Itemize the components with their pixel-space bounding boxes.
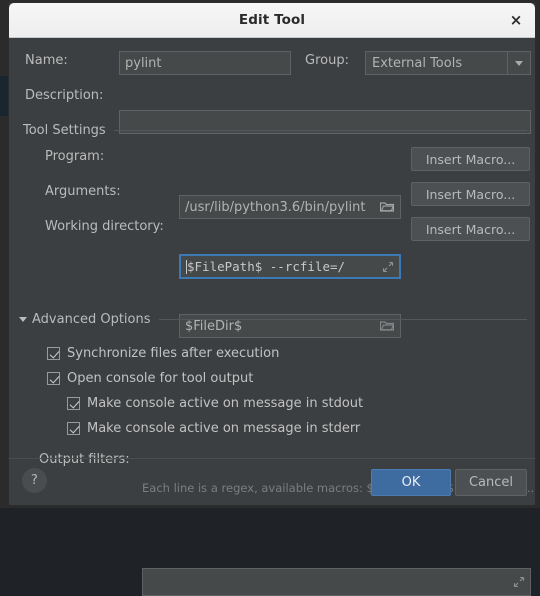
backdrop-accent-strip <box>0 76 8 116</box>
cancel-button[interactable]: Cancel <box>455 469 527 496</box>
description-row: Description: <box>25 88 103 103</box>
close-icon[interactable]: × <box>506 10 526 30</box>
group-row: Group: <box>305 53 349 68</box>
program-row: Program: <box>45 149 104 164</box>
chevron-down-icon[interactable] <box>19 317 27 322</box>
group-label: Group: <box>305 53 349 68</box>
folder-icon[interactable] <box>380 202 394 213</box>
check-icon[interactable] <box>67 422 80 435</box>
name-row: Name: <box>25 53 117 68</box>
arguments-row: Arguments: <box>45 184 121 199</box>
name-label: Name: <box>25 53 68 68</box>
checkbox-label: Open console for tool output <box>67 371 254 386</box>
check-icon[interactable] <box>67 397 80 410</box>
expand-icon[interactable] <box>382 261 394 273</box>
dialog-body: Name: pylint Group: External Tools Descr… <box>9 38 535 596</box>
edit-tool-dialog: Edit Tool × Name: pylint Group: External… <box>8 2 536 596</box>
checkbox-label: Make console active on message in stderr <box>87 421 361 436</box>
checkbox-label: Synchronize files after execution <box>67 346 280 361</box>
check-icon[interactable] <box>47 372 60 385</box>
checkbox-console-active-stdout[interactable]: Make console active on message in stdout <box>67 396 363 411</box>
group-select-value: External Tools <box>372 55 463 71</box>
tool-settings-group-header: Tool Settings <box>23 123 527 138</box>
arguments-input[interactable]: $FilePath$ --rcfile=/ <box>179 254 401 279</box>
output-filters-input[interactable] <box>142 568 531 596</box>
advanced-options-group-header[interactable]: Advanced Options <box>19 312 527 327</box>
dialog-footer: ? OK Cancel <box>9 458 535 505</box>
insert-macro-button-working-directory[interactable]: Insert Macro... <box>411 217 530 241</box>
checkbox-console-active-stderr[interactable]: Make console active on message in stderr <box>67 421 360 436</box>
name-input[interactable]: pylint <box>119 51 291 75</box>
working-directory-row: Working directory: <box>45 219 164 234</box>
dialog-titlebar: Edit Tool × <box>9 3 535 38</box>
expand-icon[interactable] <box>513 576 525 588</box>
dialog-title: Edit Tool <box>238 12 306 28</box>
advanced-options-title: Advanced Options <box>32 312 151 327</box>
program-input-value: /usr/lib/python3.6/bin/pylint <box>185 199 366 215</box>
arguments-label: Arguments: <box>45 184 121 199</box>
chevron-down-icon[interactable] <box>507 52 530 74</box>
insert-macro-button-program[interactable]: Insert Macro... <box>411 147 530 171</box>
arguments-input-value: $FilePath$ --rcfile=/ <box>187 259 346 274</box>
help-button[interactable]: ? <box>22 468 47 493</box>
tool-settings-title: Tool Settings <box>23 123 106 138</box>
checkbox-label: Make console active on message in stdout <box>87 396 364 411</box>
group-select[interactable]: External Tools <box>365 51 531 75</box>
working-directory-label: Working directory: <box>45 219 164 234</box>
check-icon[interactable] <box>47 347 60 360</box>
insert-macro-button-arguments[interactable]: Insert Macro... <box>411 182 530 206</box>
ok-button[interactable]: OK <box>371 469 451 496</box>
program-label: Program: <box>45 149 105 164</box>
checkbox-open-console[interactable]: Open console for tool output <box>47 371 253 386</box>
checkbox-synchronize-files[interactable]: Synchronize files after execution <box>47 346 279 361</box>
description-label: Description: <box>25 88 104 103</box>
tool-settings-divider <box>113 130 527 131</box>
advanced-options-divider <box>158 319 527 320</box>
program-input[interactable]: /usr/lib/python3.6/bin/pylint <box>179 195 401 219</box>
name-input-value: pylint <box>125 55 162 71</box>
